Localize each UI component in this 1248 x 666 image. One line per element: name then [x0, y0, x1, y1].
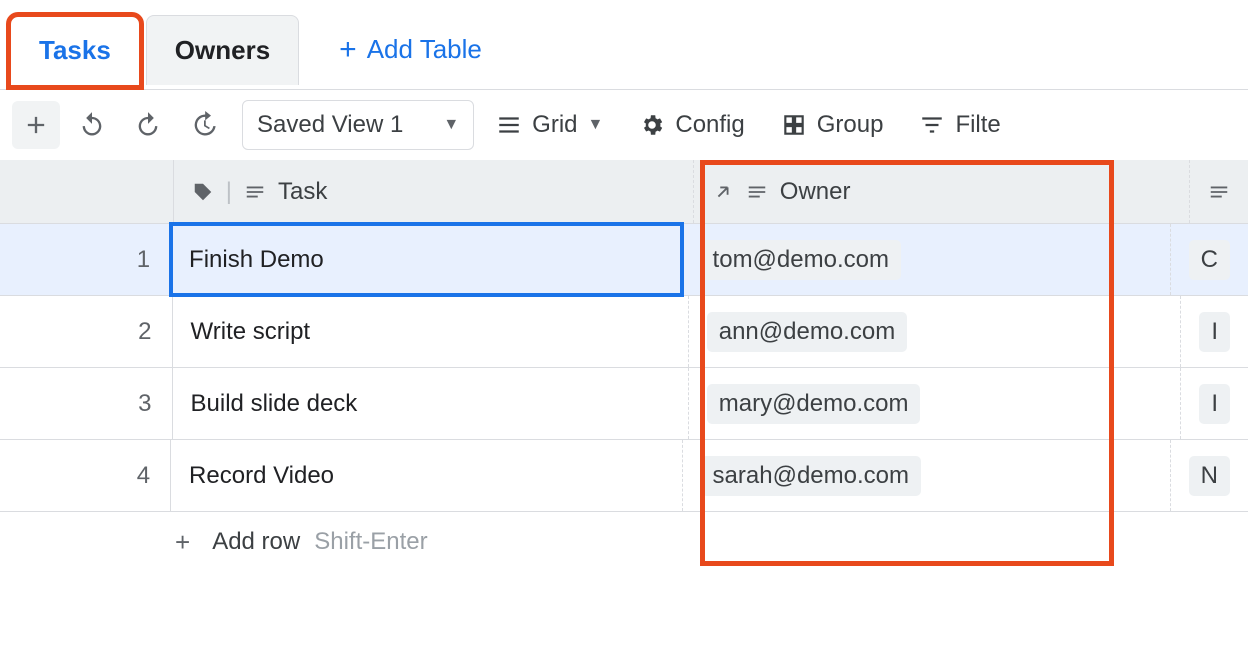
rownum-header	[0, 160, 174, 223]
column-header-task[interactable]: | Task	[174, 160, 694, 223]
add-row-hint: Shift-Enter	[314, 528, 427, 556]
layout-label: Grid	[532, 111, 577, 139]
cell-task[interactable]: Build slide deck	[173, 368, 689, 439]
tabs-bar: Tasks Owners + Add Table	[0, 0, 1248, 90]
cell-task[interactable]: Record Video	[171, 440, 683, 511]
cell-task[interactable]: Write script	[173, 296, 689, 367]
add-row-label: Add row	[212, 528, 300, 556]
tab-label: Owners	[175, 35, 270, 66]
row-number: 1	[0, 224, 171, 295]
tab-tasks[interactable]: Tasks	[10, 16, 140, 86]
saved-view-dropdown[interactable]: Saved View 1 ▼	[242, 100, 474, 150]
group-button[interactable]: Group	[767, 100, 898, 150]
task-text: Finish Demo	[189, 246, 324, 274]
plus-icon: +	[175, 527, 190, 558]
tab-owners[interactable]: Owners	[146, 15, 299, 85]
chevron-down-icon: ▼	[443, 116, 459, 134]
config-button[interactable]: Config	[625, 100, 758, 150]
toolbar: Saved View 1 ▼ Grid ▼ Config Group Filte	[0, 90, 1248, 160]
filter-icon	[919, 112, 945, 138]
gear-icon	[639, 112, 665, 138]
cell-task[interactable]: Finish Demo	[171, 224, 683, 295]
redo-icon	[134, 111, 162, 139]
task-text: Record Video	[189, 462, 334, 490]
add-button[interactable]	[12, 101, 60, 149]
undo-icon	[78, 111, 106, 139]
cell-extra[interactable]: I	[1181, 368, 1248, 439]
plus-icon: +	[339, 35, 357, 65]
row-number: 4	[0, 440, 171, 511]
task-text: Write script	[191, 318, 311, 346]
cell-extra[interactable]: N	[1171, 440, 1248, 511]
grid-lines-icon	[496, 112, 522, 138]
chevron-down-icon: ▼	[588, 116, 604, 134]
history-button[interactable]	[180, 101, 228, 149]
layout-dropdown[interactable]: Grid ▼	[482, 100, 617, 150]
extra-chip: C	[1189, 240, 1230, 280]
cell-extra[interactable]: C	[1171, 224, 1248, 295]
task-text: Build slide deck	[191, 390, 358, 418]
filter-button[interactable]: Filte	[905, 100, 1014, 150]
header-separator: |	[226, 178, 232, 206]
add-table-button[interactable]: + Add Table	[319, 15, 502, 85]
text-lines-icon	[244, 181, 266, 203]
row-number: 3	[0, 368, 173, 439]
row-number: 2	[0, 296, 173, 367]
add-table-label: Add Table	[367, 34, 482, 65]
plus-icon	[22, 111, 50, 139]
group-label: Group	[817, 111, 884, 139]
extra-chip: I	[1199, 384, 1230, 424]
group-icon	[781, 112, 807, 138]
filter-label: Filte	[955, 111, 1000, 139]
undo-button[interactable]	[68, 101, 116, 149]
history-icon	[190, 111, 218, 139]
extra-chip: I	[1199, 312, 1230, 352]
redo-button[interactable]	[124, 101, 172, 149]
column-header-label: Task	[278, 178, 327, 206]
config-label: Config	[675, 111, 744, 139]
text-lines-icon	[1208, 181, 1230, 203]
tab-label: Tasks	[39, 35, 111, 66]
saved-view-label: Saved View 1	[257, 111, 403, 139]
cell-extra[interactable]: I	[1181, 296, 1248, 367]
extra-chip: N	[1189, 456, 1230, 496]
column-header-extra[interactable]	[1190, 160, 1248, 223]
owner-column-highlight	[700, 160, 1114, 566]
tag-icon	[192, 181, 214, 203]
